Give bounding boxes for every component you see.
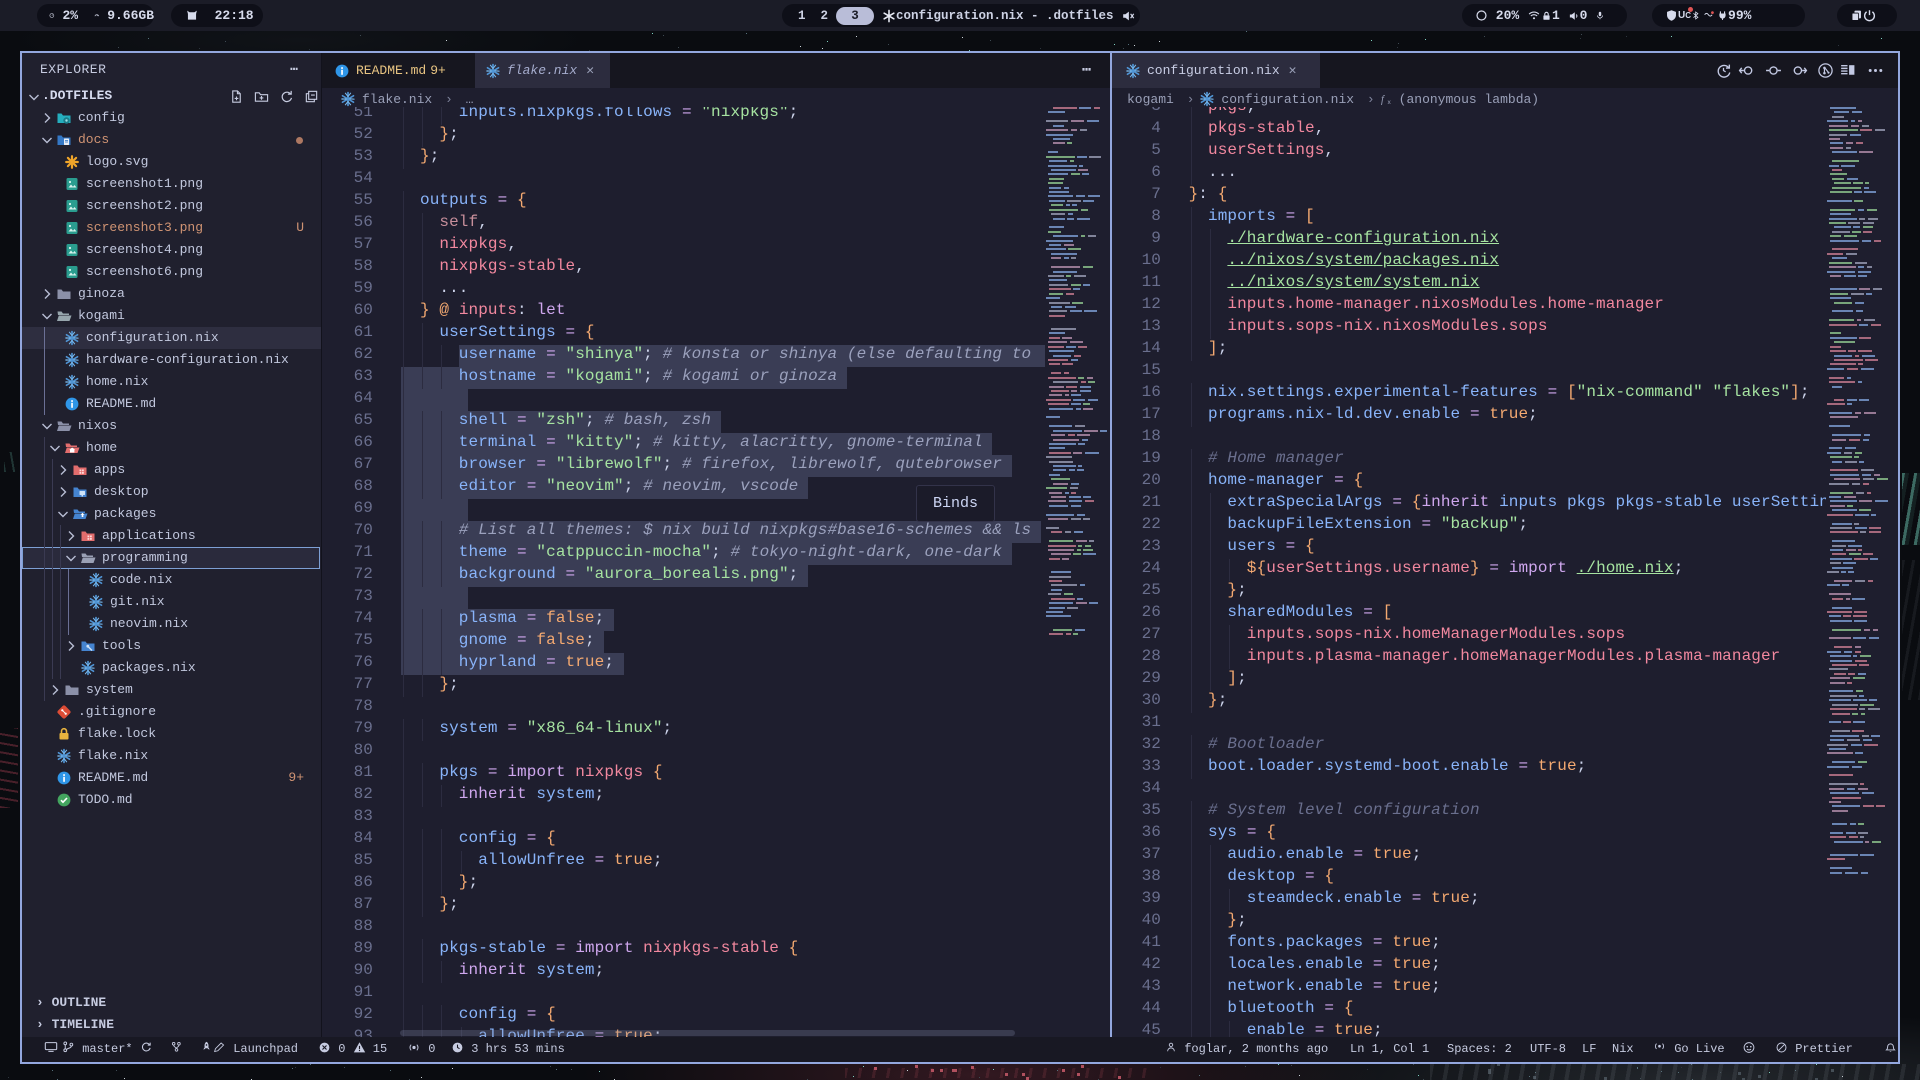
svg-text:f: f (1381, 94, 1386, 105)
svg-text:x: x (1387, 99, 1391, 106)
